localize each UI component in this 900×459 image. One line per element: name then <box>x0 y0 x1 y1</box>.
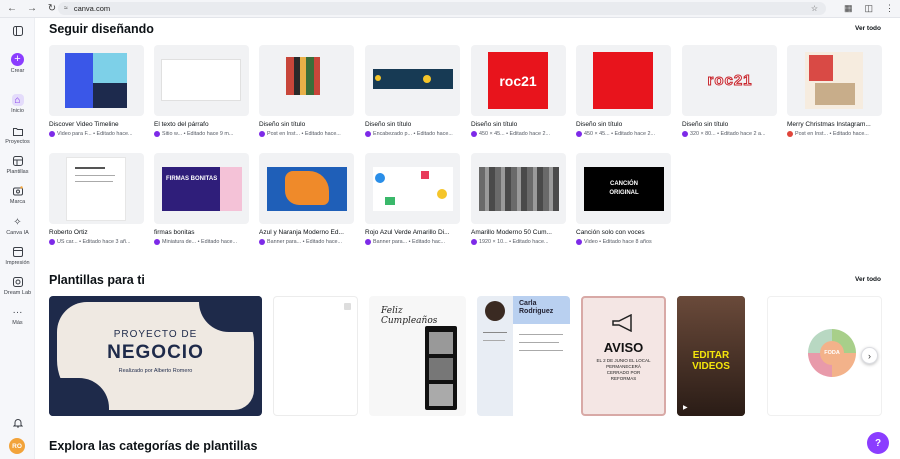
template-business-project[interactable]: PROYECTO DE NEGOCIO Realizado por Albert… <box>49 296 262 416</box>
avatar[interactable]: RO <box>9 438 25 454</box>
design-card[interactable]: Merry Christmas Instagram... Post en Ins… <box>787 45 882 137</box>
design-thumbnail <box>365 45 460 116</box>
design-card[interactable]: Diseño sin título Post en Inst... • Edit… <box>259 45 354 137</box>
main-content: Seguir diseñando Ver todo Discover Video… <box>35 18 900 459</box>
sidebar-item-create[interactable]: + Crear <box>0 53 35 74</box>
templates-see-all-link[interactable]: Ver todo <box>855 276 881 283</box>
back-icon[interactable]: ← <box>7 3 17 14</box>
notifications-button[interactable] <box>0 417 35 429</box>
design-card[interactable]: roc21 Diseño sin título 450 × 45... • Ed… <box>471 45 566 137</box>
design-type-icon <box>365 131 371 137</box>
panel-toggle-icon <box>12 25 24 37</box>
question-icon: ? <box>874 437 882 449</box>
address-bar[interactable]: ≈ canva.com ☆ <box>58 2 826 15</box>
menu-dots-icon[interactable]: ⋮ <box>885 3 894 14</box>
home-icon: ⌂ <box>11 94 24 106</box>
design-thumbnail: roc21 <box>682 45 777 116</box>
sidebar-toggle[interactable] <box>0 25 35 37</box>
design-thumbnail: FIRMAS BONITAS <box>154 153 249 224</box>
play-icon[interactable]: ▶ <box>683 404 688 411</box>
design-type-icon <box>471 239 477 245</box>
design-type-icon <box>259 131 265 137</box>
design-type-icon <box>49 131 55 137</box>
print-icon <box>12 246 24 258</box>
brand-icon <box>12 185 24 197</box>
design-type-icon <box>576 131 582 137</box>
megaphone-icon <box>609 313 639 333</box>
browser-toolbar: ← → ↻ ◫ ≈ canva.com ☆ ▦ ◫ ⋮ <box>0 0 900 18</box>
continue-designing-title: Seguir diseñando <box>49 22 154 36</box>
sidebar-item-brand[interactable]: Marca <box>0 185 35 205</box>
design-card[interactable]: Rojo Azul Verde Amarillo Di... Banner pa… <box>365 153 460 245</box>
templates-icon <box>12 155 24 167</box>
design-card[interactable]: FIRMAS BONITAS firmas bonitas Miniatura … <box>154 153 249 245</box>
template-notice[interactable]: AVISO EL 2 DE JUNIO EL LOCAL PERMANECERÁ… <box>581 296 666 416</box>
bell-icon <box>12 417 24 429</box>
dream-lab-icon <box>12 276 24 288</box>
split-view-icon[interactable]: ◫ <box>864 3 873 14</box>
design-thumbnail: CANCIÓN ORIGINAL <box>576 153 671 224</box>
design-card[interactable]: Azul y Naranja Moderno Ed... Banner para… <box>259 153 354 245</box>
bookmark-star-icon[interactable]: ☆ <box>811 4 818 13</box>
plus-icon: + <box>11 53 24 66</box>
site-settings-icon[interactable]: ≈ <box>64 5 68 12</box>
design-thumbnail <box>576 45 671 116</box>
design-card[interactable]: Diseño sin título 450 × 45... • Editado … <box>576 45 671 137</box>
sidebar-item-templates[interactable]: Plantillas <box>0 155 35 175</box>
templates-title: Plantillas para ti <box>49 273 145 287</box>
sidebar-item-projects[interactable]: Proyectos <box>0 125 35 145</box>
design-card[interactable]: Amarillo Moderno 50 Cum... 1920 × 10... … <box>471 153 566 245</box>
design-thumbnail: roc21 <box>471 45 566 116</box>
image-placeholder-icon <box>344 303 351 310</box>
design-card[interactable]: roc21 Diseño sin título 320 × 80... • Ed… <box>682 45 777 137</box>
design-thumbnail <box>787 45 882 116</box>
design-card[interactable]: Roberto Ortiz US car... • Editado hace 3… <box>49 153 144 245</box>
more-icon: ··· <box>12 306 23 318</box>
design-type-icon <box>49 239 55 245</box>
design-thumbnail <box>154 45 249 116</box>
help-button[interactable]: ? <box>867 432 889 454</box>
design-type-icon <box>682 131 688 137</box>
sidebar-item-dream-lab[interactable]: Dream Lab <box>0 276 35 296</box>
continue-see-all-link[interactable]: Ver todo <box>855 25 881 32</box>
design-type-icon <box>471 131 477 137</box>
sidebar-item-canva-ai[interactable]: ✧ Canva IA <box>0 216 35 237</box>
extensions-icon[interactable]: ▦ <box>844 3 853 14</box>
design-card[interactable]: CANCIÓN ORIGINAL Canción solo con voces … <box>576 153 671 245</box>
design-thumbnail <box>49 153 144 224</box>
design-card[interactable]: El texto del párrafo Sitio w... • Editad… <box>154 45 249 137</box>
forward-icon[interactable]: → <box>27 3 37 14</box>
template-birthday[interactable]: Feliz Cumpleaños <box>369 296 466 416</box>
design-thumbnail <box>471 153 566 224</box>
sidebar-item-more[interactable]: ··· Más <box>0 306 35 327</box>
design-type-icon <box>259 239 265 245</box>
template-blank-document[interactable] <box>273 296 358 416</box>
design-card[interactable]: Diseño sin título Encabezado p... • Edit… <box>365 45 460 137</box>
design-thumbnail <box>365 153 460 224</box>
design-type-icon <box>576 239 582 245</box>
url-text: canva.com <box>73 4 111 13</box>
explore-categories-title: Explora las categorías de plantillas <box>49 439 258 453</box>
sidebar-item-home[interactable]: ⌂ Inicio <box>0 94 35 114</box>
chevron-right-icon: › <box>868 350 871 361</box>
sidebar: + Crear ⌂ Inicio Proyectos Plantillas Ma… <box>0 18 35 459</box>
template-resume[interactable]: Carla Rodriguez <box>477 296 570 416</box>
design-thumbnail <box>49 45 144 116</box>
design-thumbnail <box>259 45 354 116</box>
sparkle-icon: ✧ <box>13 216 22 228</box>
carousel-next-button[interactable]: › <box>861 347 878 364</box>
sidebar-item-print[interactable]: Impresión <box>0 246 35 266</box>
design-type-icon <box>154 239 160 245</box>
design-type-icon <box>787 131 793 137</box>
template-video-edit[interactable]: EDITAR VIDEOS ▶ <box>677 296 745 416</box>
design-card[interactable]: Discover Video Timeline Video para F... … <box>49 45 144 137</box>
design-type-icon <box>154 131 160 137</box>
design-thumbnail <box>259 153 354 224</box>
design-type-icon <box>365 239 371 245</box>
reload-icon[interactable]: ↻ <box>47 3 57 14</box>
folder-icon <box>12 125 24 137</box>
